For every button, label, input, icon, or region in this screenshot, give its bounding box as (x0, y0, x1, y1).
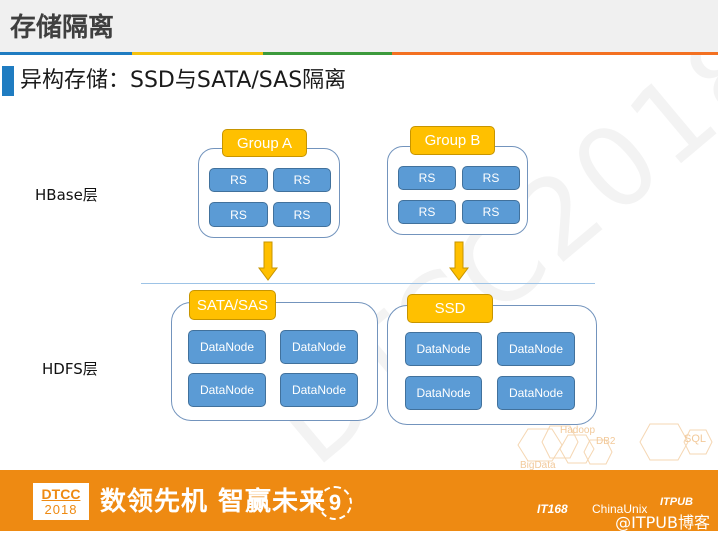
datanode: DataNode (497, 332, 575, 366)
hex-label: Hadoop (560, 425, 596, 436)
datanode: DataNode (280, 330, 358, 364)
header-stripe-yellow (132, 52, 263, 55)
header-stripe-blue (0, 52, 132, 55)
rs-node: RS (209, 168, 268, 192)
rs-node: RS (462, 166, 520, 190)
partner-itpub-logo: ITPUB (660, 496, 693, 508)
hbase-layer-label: HBase层 (35, 186, 98, 204)
group-b-tag: Group B (410, 126, 495, 155)
rs-node: RS (462, 200, 520, 224)
datanode: DataNode (280, 373, 358, 407)
datanode: DataNode (188, 373, 266, 407)
subtitle-marker (2, 66, 14, 96)
sata-sas-tag: SATA/SAS (189, 290, 276, 320)
datanode: DataNode (405, 332, 482, 366)
hex-label: SQL (684, 433, 707, 445)
rs-node: RS (273, 168, 331, 192)
edition-badge: 9 (318, 486, 352, 520)
datanode: DataNode (405, 376, 482, 410)
arrow-down-icon (258, 241, 278, 281)
rs-node: RS (209, 202, 268, 227)
arrow-down-icon (449, 241, 469, 281)
rs-node: RS (398, 200, 456, 224)
partner-it168-logo: IT168 (537, 502, 568, 516)
ssd-tag: SSD (407, 294, 493, 323)
dtcc-logo: DTCC 2018 (33, 483, 89, 520)
dtcc-logo-year: 2018 (44, 502, 78, 517)
datanode: DataNode (188, 330, 266, 364)
datanode: DataNode (497, 376, 575, 410)
rs-node: RS (398, 166, 456, 190)
subtitle: 异构存储：SSD与SATA/SAS隔离 (20, 68, 347, 93)
rs-node: RS (273, 202, 331, 227)
footer-slogan: 数领先机 智赢未来 (100, 487, 327, 517)
dtcc-logo-name: DTCC (41, 486, 81, 502)
group-a-tag: Group A (222, 129, 307, 157)
page-title: 存储隔离 (10, 12, 115, 42)
layer-divider (141, 283, 595, 284)
itpub-watermark: @ITPUB博客 (615, 513, 710, 532)
hdfs-layer-label: HDFS层 (42, 360, 98, 378)
header-stripe-green (263, 52, 392, 55)
header-stripe-orange (392, 52, 718, 55)
